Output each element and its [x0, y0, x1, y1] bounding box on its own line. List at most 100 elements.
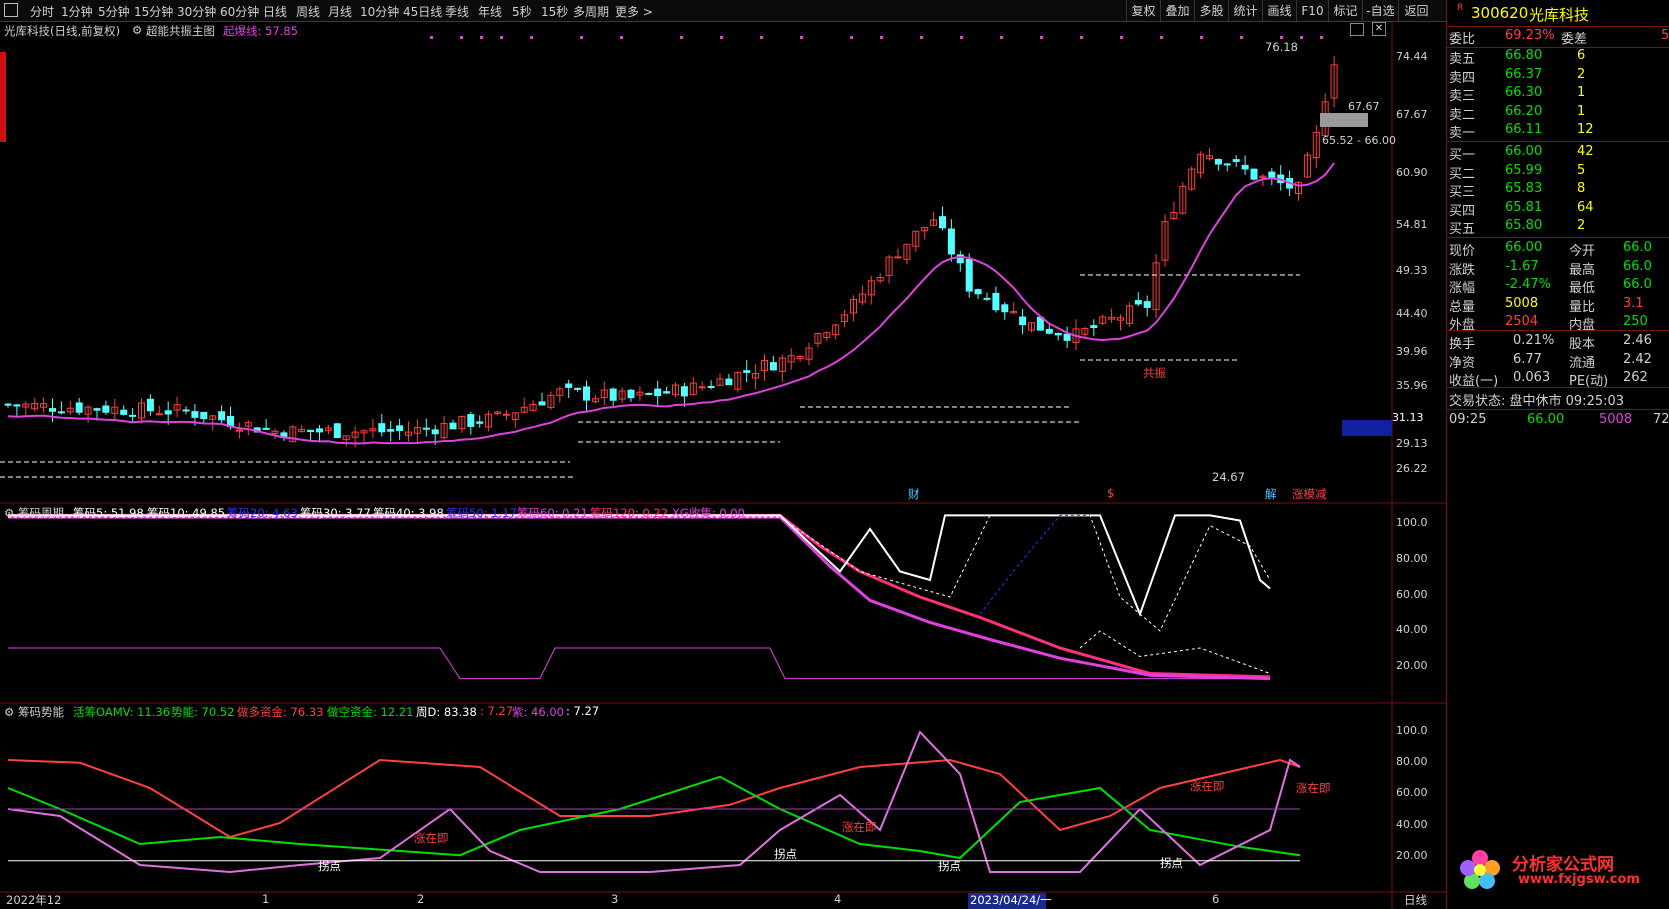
period-tab[interactable]: 1分钟 [61, 3, 93, 20]
signal-dot [880, 36, 883, 39]
candle-body [1063, 333, 1071, 341]
indicator-name[interactable]: 超能共振主图 [146, 23, 215, 39]
candle-body [378, 423, 386, 433]
fuquan-button[interactable]: 复权 [1126, 0, 1160, 22]
x-axis-label: 6 [1212, 892, 1220, 906]
f10-button[interactable]: F10 [1296, 0, 1328, 22]
energy-panel-title[interactable]: ⚙ 筹码势能 [4, 704, 64, 720]
close-icon[interactable]: ✕ [1372, 22, 1386, 36]
stock-title: 光库科技(日线,前复权) [4, 24, 121, 38]
stat-value: 2504 [1505, 314, 1539, 329]
period-tab[interactable]: 周线 [296, 3, 320, 20]
sell-level-volume: 1 [1577, 85, 1586, 100]
candle-body [235, 429, 243, 432]
mark-button[interactable]: 标记 [1328, 0, 1362, 22]
more-tab[interactable]: 更多 > [615, 3, 653, 20]
period-tab[interactable]: 多周期 [573, 3, 609, 20]
chip-legend: XG收集: 0.00 [672, 506, 745, 520]
period-tab[interactable]: 15分钟 [134, 3, 173, 20]
chip-line-120 [8, 513, 1271, 679]
back-button[interactable]: 返回 [1398, 0, 1434, 22]
candle-body [1268, 171, 1276, 179]
candle-body [449, 422, 457, 430]
period-tab[interactable]: 60分钟 [220, 3, 259, 20]
candle-body [200, 411, 208, 420]
period-tab[interactable]: 5秒 [512, 3, 532, 20]
signal-dot [580, 36, 583, 39]
candle-body [645, 392, 653, 395]
event-marker[interactable]: $ [1107, 486, 1114, 500]
candle-body [947, 228, 955, 255]
candle-body [565, 383, 573, 388]
period-tab[interactable]: 分时 [30, 3, 54, 20]
chip-line-5 [8, 514, 1271, 617]
watchlist-button[interactable]: -自选 [1362, 0, 1398, 22]
period-tab[interactable]: 15秒 [541, 3, 568, 20]
event-marker[interactable]: 财 [908, 486, 920, 502]
candle-body [1054, 333, 1062, 336]
energy-axis-label: 60.00 [1396, 786, 1428, 799]
chip-axis-label: 40.00 [1396, 623, 1428, 636]
buy-level-label: 买五 [1449, 222, 1476, 237]
stock-name[interactable]: 光库科技 [1529, 4, 1589, 25]
candle-body [939, 216, 946, 229]
gear-icon[interactable]: ⚙ [132, 23, 142, 37]
candle-body [307, 429, 315, 433]
buy-level-price: 66.00 [1505, 144, 1543, 159]
chart-canvas[interactable] [0, 22, 1446, 909]
period-tab[interactable]: 日线 [263, 3, 287, 20]
buy-level-volume: 8 [1577, 181, 1586, 196]
candle-body [13, 404, 21, 407]
candle-body [262, 427, 270, 430]
price-axis-label: 29.13 [1396, 437, 1428, 450]
candle-body [431, 429, 439, 435]
overlay-button[interactable]: 叠加 [1160, 0, 1194, 22]
sell-level-volume: 6 [1577, 48, 1586, 63]
period-tab[interactable]: 季线 [445, 3, 469, 20]
period-tab[interactable]: 月线 [328, 3, 352, 20]
event-marker[interactable]: 涨模减 [1292, 486, 1327, 502]
chip-panel-title[interactable]: ⚙ 筹码周期 [4, 505, 64, 521]
x-axis-label: 3 [611, 892, 619, 906]
restore-icon[interactable] [1350, 23, 1364, 36]
stat-value: -2.47% [1505, 277, 1551, 292]
multi-stock-button[interactable]: 多股 [1194, 0, 1228, 22]
energy-legend: 活筹OAMV: 11.36 [73, 705, 171, 719]
candle-body [583, 386, 590, 401]
signal-dot [500, 36, 503, 39]
buy-level-volume: 64 [1577, 199, 1594, 215]
stats-button[interactable]: 统计 [1228, 0, 1262, 22]
period-tab[interactable]: 45日线 [403, 3, 442, 20]
price-axis-label: 67.67 [1396, 108, 1428, 121]
candle-body [725, 378, 733, 386]
candle-body [698, 386, 706, 389]
annotation-zhangzaiji: 涨在即 [842, 820, 877, 834]
period-tab[interactable]: 10分钟 [360, 3, 399, 20]
buy-level-label: 买四 [1449, 203, 1476, 219]
window-icon[interactable] [4, 3, 18, 17]
chip-panel-name: 筹码周期 [17, 506, 64, 520]
sell-level-label: 卖五 [1449, 52, 1476, 67]
period-tab[interactable]: 30分钟 [177, 3, 216, 20]
chip-axis-label: 60.00 [1396, 588, 1428, 601]
candle-body [396, 425, 404, 432]
fin-label: 换手 [1449, 337, 1476, 352]
draw-button[interactable]: 画线 [1262, 0, 1296, 22]
period-tab[interactable]: 5分钟 [98, 3, 130, 20]
stat-value: 66.0 [1623, 258, 1652, 274]
signal-dot [480, 36, 483, 39]
chip-legend: 筹码30: 3.77 [300, 506, 371, 520]
price-axis-label: 74.44 [1396, 50, 1428, 63]
r-tag: R [1457, 3, 1464, 13]
candle-body [1090, 325, 1098, 329]
period-tab[interactable]: 年线 [478, 3, 502, 20]
current-price-box [1342, 420, 1392, 436]
stock-code[interactable]: 300620 [1471, 4, 1528, 22]
current-price-tag: 31.13 [1392, 411, 1424, 424]
fin-label: 股本 [1569, 337, 1596, 352]
annotation-zhangzaiji: 涨在即 [1190, 779, 1225, 793]
event-marker[interactable]: 解 [1265, 486, 1277, 502]
price-tag-1: 67.67 [1348, 100, 1380, 113]
price-axis-label: 60.90 [1396, 166, 1428, 179]
candle-body [57, 411, 65, 414]
